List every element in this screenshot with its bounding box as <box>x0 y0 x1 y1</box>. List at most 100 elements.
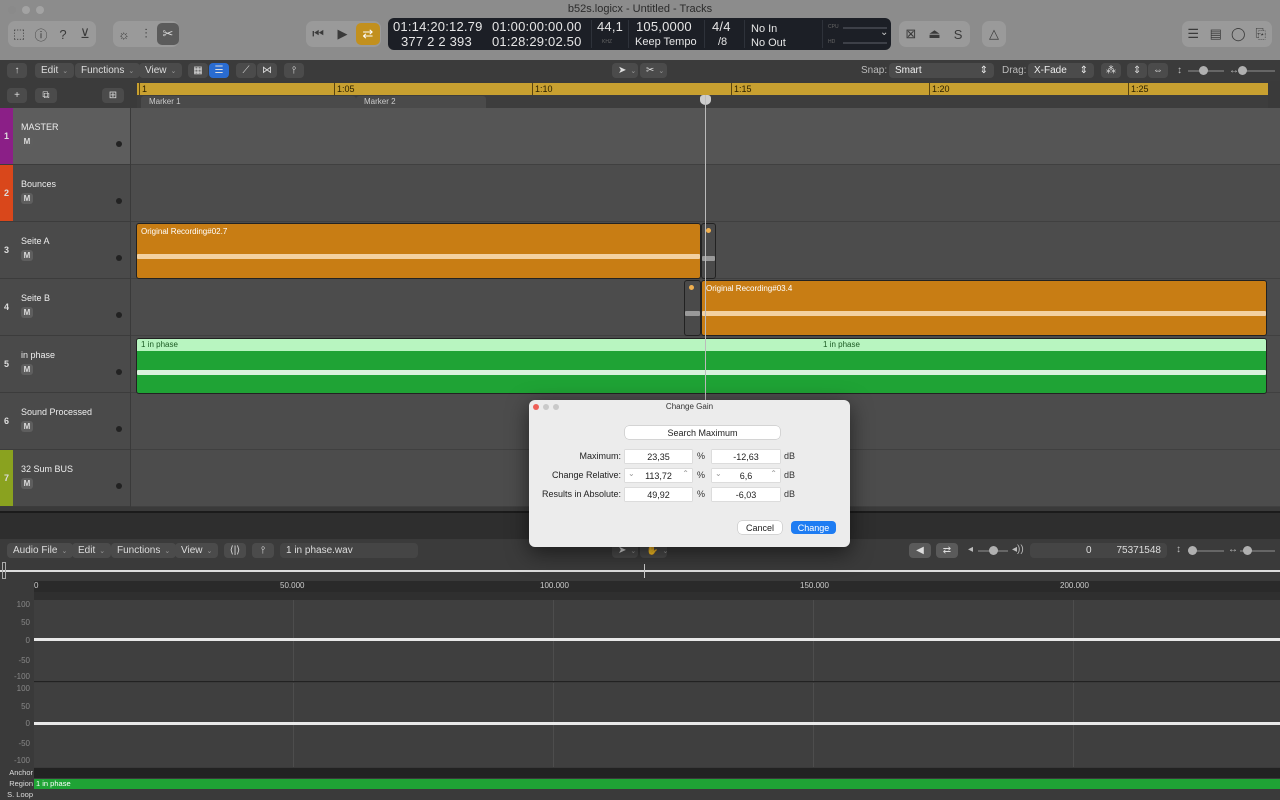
increment-icon[interactable]: ⌃ <box>770 469 777 478</box>
marker-1[interactable]: Marker 1 <box>141 96 356 108</box>
audio-file-menu[interactable]: Audio File ⌄ <box>7 543 74 558</box>
lcd-display[interactable]: 01:14:20:12.79 377 2 2 393 01:00:00:00.0… <box>388 18 891 50</box>
mute-button[interactable]: M <box>21 136 33 147</box>
track-header[interactable]: 6 Sound Processed M <box>0 393 130 450</box>
change-relative-db-stepper[interactable]: ⌄ 6,6 ⌃ <box>712 469 780 482</box>
region-seite-a[interactable]: Original Recording#02.7 <box>136 223 701 279</box>
track-name[interactable]: MASTER <box>21 122 59 132</box>
maximum-percent-field[interactable]: 23,35 <box>625 450 692 463</box>
fade-handle[interactable] <box>706 228 711 233</box>
track-header[interactable]: 5 in phase M <box>0 336 130 393</box>
track-header[interactable]: 2 Bounces M <box>0 165 130 222</box>
sample-ruler[interactable]: 0 50.000 100.000 150.000 200.000 <box>34 581 1280 592</box>
waveform-zoom-button[interactable]: ⁂ <box>1101 63 1121 78</box>
track-header[interactable]: 4 Seite B M <box>0 279 130 336</box>
fade-handle[interactable] <box>689 285 694 290</box>
vertical-auto-zoom-button[interactable]: ⇕ <box>1127 63 1147 78</box>
record-indicator-icon[interactable] <box>116 369 122 375</box>
record-indicator-icon[interactable] <box>116 255 122 261</box>
record-indicator-icon[interactable] <box>116 198 122 204</box>
loop-playback-button[interactable]: ⇄ <box>936 543 958 558</box>
track-header[interactable]: 3 Seite A M <box>0 222 130 279</box>
mute-button[interactable]: M <box>21 421 33 432</box>
results-db-field[interactable]: -6,03 <box>712 488 780 501</box>
track-name[interactable]: 32 Sum BUS <box>21 464 73 474</box>
go-to-beginning-icon[interactable]: ⏮ <box>307 23 329 45</box>
duplicate-track-button[interactable]: ⧉ <box>35 88 57 103</box>
track-view-button[interactable]: ☰ <box>209 63 229 78</box>
editor-horizontal-zoom-knob[interactable] <box>1243 546 1252 555</box>
info-icon[interactable]: ⓘ <box>30 23 52 45</box>
horizontal-zoom-knob[interactable] <box>1238 66 1247 75</box>
change-relative-percent-stepper[interactable]: ⌄ 113,72 ⌃ <box>625 469 692 482</box>
back-button[interactable]: ↑ <box>7 63 27 78</box>
record-indicator-icon[interactable] <box>116 312 122 318</box>
mute-button[interactable]: M <box>21 193 33 204</box>
maximum-db-field[interactable]: -12,63 <box>712 450 780 463</box>
mute-button[interactable]: M <box>21 364 33 375</box>
loop-browser-icon[interactable]: ◯ <box>1227 23 1249 45</box>
volume-knob[interactable] <box>989 546 998 555</box>
record-indicator-icon[interactable] <box>116 483 122 489</box>
region-seite-b[interactable]: Original Recording#03.4 <box>701 280 1267 336</box>
global-tracks-button[interactable]: ⊞ <box>102 88 124 103</box>
track-name[interactable]: Seite B <box>21 293 50 303</box>
count-in-icon[interactable]: ⏏ <box>923 23 945 45</box>
library-icon[interactable]: ⬚ <box>8 23 30 45</box>
timeline-ruler[interactable]: 1 1:05 1:10 1:15 1:20 1:25 <box>137 83 1268 95</box>
flex-button[interactable]: ⋈ <box>257 63 277 78</box>
region-in-phase[interactable]: 1 in phase 1 in phase <box>136 338 1267 394</box>
notepad-icon[interactable]: ▤ <box>1205 23 1227 45</box>
automation-button[interactable]: ⟋ <box>236 63 256 78</box>
marker-2[interactable]: Marker 2 <box>356 96 486 108</box>
cycle-icon[interactable]: ⇄ <box>355 23 380 45</box>
functions-menu[interactable]: Functions ⌄ <box>75 63 141 78</box>
inbox-icon[interactable]: ⊻ <box>74 23 96 45</box>
anchor-lane[interactable] <box>34 768 1280 778</box>
snap-select[interactable]: Smart ⇕ <box>889 63 994 78</box>
browser-icon[interactable]: ⎘ <box>1250 23 1272 45</box>
mixer-icon[interactable]: ⫶ <box>135 23 157 45</box>
waveform-overview[interactable] <box>0 560 1280 581</box>
view-menu[interactable]: View ⌄ <box>139 63 183 78</box>
change-button[interactable]: Change <box>791 521 836 534</box>
play-icon[interactable]: ▶ <box>331 23 353 45</box>
edit-menu[interactable]: Edit ⌄ <box>35 63 75 78</box>
region-seite-a-tail[interactable] <box>701 223 716 279</box>
track-name[interactable]: Bounces <box>21 179 56 189</box>
cancel-button[interactable]: Cancel <box>738 521 782 534</box>
results-percent-field[interactable]: 49,92 <box>625 488 692 501</box>
editors-icon[interactable]: ✂ <box>157 23 179 45</box>
search-maximum-button[interactable]: Search Maximum <box>625 426 780 439</box>
speaker-button[interactable]: ◀ <box>909 543 931 558</box>
editor-view-menu[interactable]: View ⌄ <box>175 543 219 558</box>
solo-icon[interactable]: S <box>947 23 969 45</box>
waveform-channel-1[interactable] <box>34 600 1280 682</box>
secondary-tool[interactable]: ✂ ⌄ <box>640 63 667 78</box>
mute-button[interactable]: M <box>21 307 33 318</box>
overview-view-window[interactable] <box>2 562 6 579</box>
region-seite-b-head[interactable] <box>684 280 701 336</box>
horizontal-auto-zoom-button[interactable]: ⇔ <box>1148 63 1168 78</box>
low-latency-icon[interactable]: ⊠ <box>900 23 922 45</box>
split-button[interactable]: ⟨|⟩ <box>224 543 246 558</box>
editor-vertical-zoom-knob[interactable] <box>1188 546 1197 555</box>
increment-icon[interactable]: ⌃ <box>682 469 689 478</box>
grid-view-button[interactable]: ▦ <box>188 63 208 78</box>
drag-select[interactable]: X-Fade ⇕ <box>1028 63 1094 78</box>
editor-functions-menu[interactable]: Functions ⌄ <box>111 543 177 558</box>
help-icon[interactable]: ? <box>52 23 74 45</box>
vertical-zoom-knob[interactable] <box>1199 66 1208 75</box>
playhead[interactable] <box>705 95 706 400</box>
mute-button[interactable]: M <box>21 250 33 261</box>
editor-edit-menu[interactable]: Edit ⌄ <box>72 543 112 558</box>
catch-button[interactable]: ⫯ <box>284 63 304 78</box>
record-indicator-icon[interactable] <box>116 426 122 432</box>
track-name[interactable]: in phase <box>21 350 55 360</box>
decrement-icon[interactable]: ⌄ <box>628 469 635 478</box>
track-header[interactable]: 1 MASTER M <box>0 108 130 165</box>
waveform-channel-2[interactable] <box>34 683 1280 767</box>
chevron-down-icon[interactable]: ⌄ <box>880 27 888 38</box>
record-indicator-icon[interactable] <box>116 141 122 147</box>
catch-button[interactable]: ⫯ <box>252 543 274 558</box>
